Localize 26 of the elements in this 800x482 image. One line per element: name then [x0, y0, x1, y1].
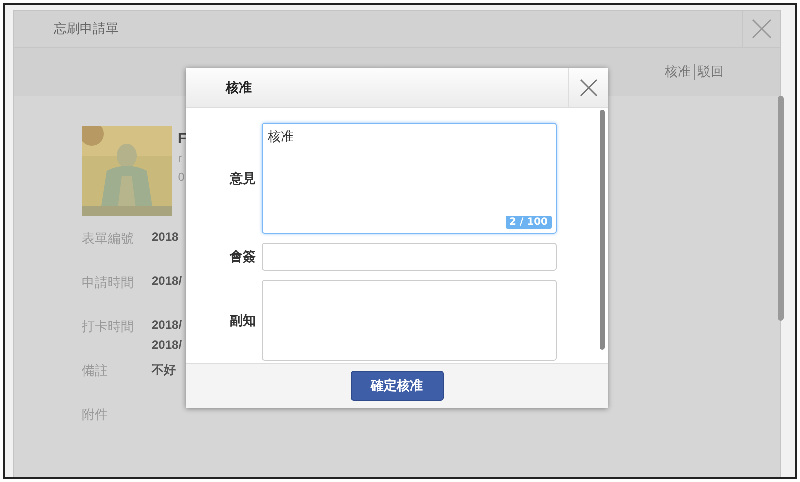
field-label: 意見 [228, 170, 256, 188]
scrollbar[interactable] [600, 110, 605, 350]
field-value: 2018/ [152, 318, 182, 332]
close-icon [578, 78, 598, 98]
field-label: 備註 [82, 363, 109, 381]
dialog-title: 核准 [226, 80, 253, 96]
field-value: 2018/ [152, 274, 182, 288]
field-value: 2018/ [152, 338, 182, 352]
input-field[interactable] [262, 243, 557, 271]
field-label: 附件 [82, 407, 109, 425]
close-icon [750, 18, 772, 40]
profile-text: r [178, 152, 184, 165]
character-counter: 2 / 100 [506, 216, 552, 229]
field-label: 會簽 [229, 249, 256, 266]
field-value: 2018 [152, 230, 179, 244]
text-area[interactable] [262, 280, 557, 361]
field-label: 副知 [229, 312, 256, 330]
field-label: 打卡時間 [82, 319, 135, 337]
field-label: 申請時間 [82, 275, 135, 293]
profile-text: F [178, 130, 187, 146]
profile-text: 0 [178, 171, 186, 184]
confirm-button[interactable]: 確定核准 [350, 371, 444, 401]
field-value: 不好 [152, 362, 176, 379]
scrollbar[interactable] [778, 96, 784, 321]
field-label: 表單編號 [82, 231, 135, 249]
window-title: 忘刷申請單 [54, 21, 120, 38]
